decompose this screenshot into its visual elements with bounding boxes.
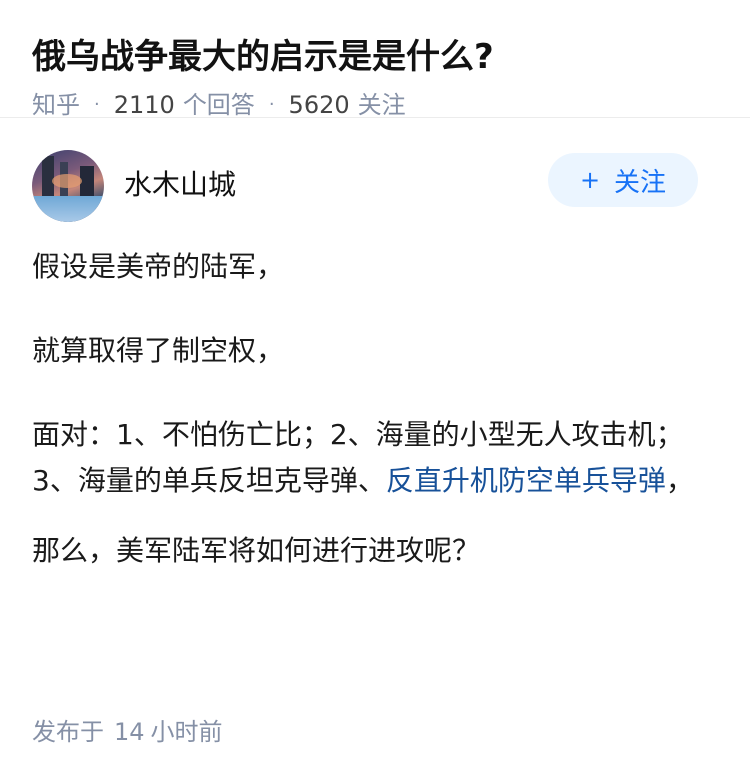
author-name[interactable]: 水木山城 xyxy=(124,163,548,203)
publish-unit: 小时前 xyxy=(150,718,223,746)
answer-content: 假设是美帝的陆军， 就算取得了制空权， 面对：1、不怕伤亡比；2、海量的小型无人… xyxy=(32,244,718,574)
follow-count-label: 关注 xyxy=(357,91,406,119)
answer-paragraph: 面对：1、不怕伤亡比；2、海量的小型无人攻击机；3、海量的单兵反坦克导弹、反直升… xyxy=(32,412,718,504)
answer-count-label[interactable]: 个回答 xyxy=(183,87,255,123)
plus-icon: + xyxy=(579,166,601,194)
search-link[interactable]: 反直升机防空单兵导弹 xyxy=(386,464,666,497)
publish-prefix: 发布于 xyxy=(32,718,104,746)
follow-button-label: 关注 xyxy=(614,167,667,198)
question-title[interactable]: 俄乌战争最大的启示是是什么? xyxy=(32,32,718,82)
source-label[interactable]: 知乎 xyxy=(32,87,80,123)
follow-button[interactable]: + 关注 xyxy=(548,153,698,207)
author-avatar[interactable] xyxy=(32,150,104,222)
publish-time: 发布于 14 小时前 xyxy=(32,714,223,750)
avatar-water xyxy=(32,196,104,222)
answer-card: 水木山城 + 关注 假设是美帝的陆军， 就算取得了制空权， 面对：1、不怕伤亡比… xyxy=(0,118,750,574)
avatar-light xyxy=(52,174,82,188)
answer-paragraph: 假设是美帝的陆军， xyxy=(32,250,285,283)
answer-count: 2110 xyxy=(113,91,175,119)
author-row: 水木山城 + 关注 xyxy=(32,150,718,222)
meta-separator: · xyxy=(268,94,275,115)
answer-paragraph: 就算取得了制空权， xyxy=(32,334,285,367)
meta-separator: · xyxy=(94,94,100,115)
publish-value: 14 xyxy=(114,718,145,746)
avatar-building xyxy=(42,156,54,196)
answer-paragraph: 那么，美军陆军将如何进行进攻呢？ xyxy=(32,534,481,567)
paragraph-text: ， xyxy=(665,464,694,497)
question-header: 俄乌战争最大的启示是是什么? 知乎 · 2110 个回答 · 5620 关注 xyxy=(0,0,750,119)
follow-count: 5620 xyxy=(288,91,350,119)
avatar-building xyxy=(80,166,94,196)
